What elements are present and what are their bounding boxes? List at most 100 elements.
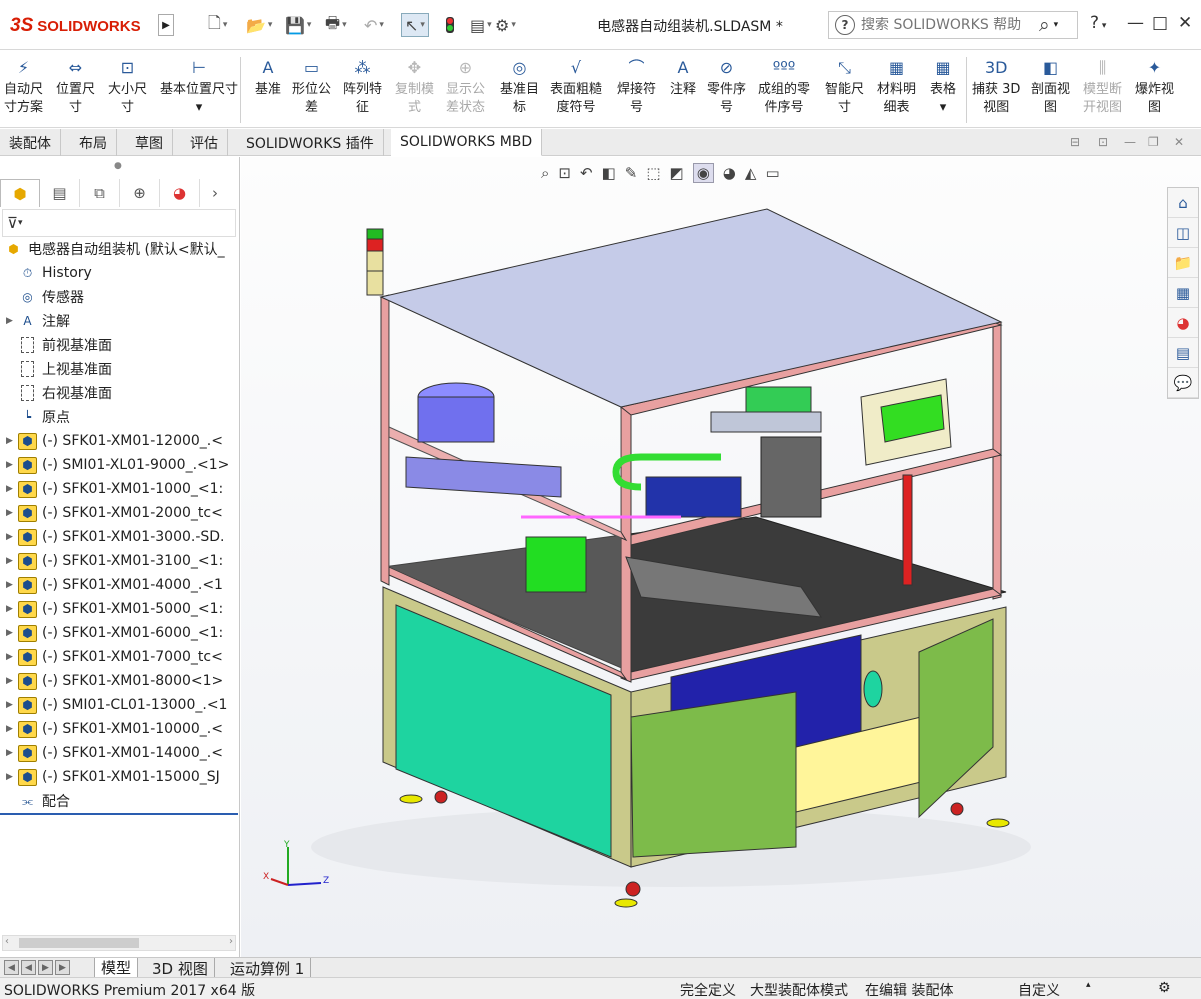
apply-scene-icon[interactable]: ◭ [745, 164, 757, 182]
tab-model[interactable]: 模型 [94, 958, 139, 978]
rebuild-button[interactable] [446, 13, 454, 37]
tree-item[interactable]: ▶ ⬢ (-) SFK01-XM01-12000_.< [0, 429, 238, 453]
tree-item[interactable]: ▶ ⬢ (-) SFK01-XM01-7000_tc< [0, 645, 238, 669]
expand-arrow-icon[interactable]: ▶ [6, 700, 18, 710]
tree-item[interactable]: 右视基准面 [0, 381, 238, 405]
tree-item[interactable]: 前视基准面 [0, 333, 238, 357]
last-tab-button[interactable]: ▶ [55, 960, 70, 975]
scroll-left-icon[interactable]: ‹ [5, 936, 9, 947]
print-button[interactable]: 🖶 ▾ [325, 13, 347, 37]
tab-addins[interactable]: SOLIDWORKS 插件 [237, 129, 384, 156]
zoom-to-fit-icon[interactable]: ⌕ [541, 164, 549, 182]
cmd-button-16[interactable]: ▦ 材料明 细表 [877, 55, 916, 117]
tab-sketch[interactable]: 草图 [126, 129, 173, 156]
panel-grip-icon[interactable]: ● [114, 161, 122, 171]
tree-item[interactable]: ▶ ⬢ (-) SFK01-XM01-14000_.< [0, 741, 238, 765]
home-icon[interactable]: ⌂ [1168, 188, 1198, 218]
tab-3d-views[interactable]: 3D 视图 [146, 958, 215, 978]
tree-item[interactable]: ⏱ History [0, 261, 238, 285]
solidworks-logo[interactable]: 3S SOLIDWORKS [10, 9, 156, 43]
tree-item[interactable]: ▶ ⬢ (-) SMI01-CL01-13000_.<1 [0, 693, 238, 717]
doc-minimize-icon[interactable]: — [1124, 135, 1136, 149]
expand-arrow-icon[interactable]: ▶ [6, 484, 18, 494]
tree-root[interactable]: ⬢ 电感器自动组装机 (默认<默认_ [0, 237, 238, 261]
tab-motion-study[interactable]: 运动算例 1 [224, 958, 312, 978]
cmd-button-3[interactable]: ⊢ 基本位置尺寸 ▾ [160, 55, 238, 117]
design-library-icon[interactable]: ◫ [1168, 218, 1198, 248]
tree-item[interactable]: ▶ ⬢ (-) SFK01-XM01-3000.-SD. [0, 525, 238, 549]
view-palette-icon[interactable]: ▦ [1168, 278, 1198, 308]
help-search-input[interactable] [861, 17, 1036, 33]
tree-item[interactable]: ┕ 原点 [0, 405, 238, 429]
doc-restore-icon[interactable]: ⊟ [1070, 135, 1080, 149]
units-dropdown-icon[interactable]: ▴ [1086, 980, 1091, 990]
property-manager-tab[interactable]: ▤ [40, 179, 80, 207]
cmd-button-21[interactable]: ✦ 爆炸视图 [1135, 55, 1174, 117]
doc-close-icon[interactable]: ✕ [1174, 135, 1184, 149]
tab-layout[interactable]: 布局 [70, 129, 117, 156]
expand-arrow-icon[interactable]: ▶ [6, 724, 18, 734]
save-button[interactable]: 💾 ▾ [285, 13, 311, 37]
status-settings-icon[interactable]: ⚙ [1158, 980, 1171, 996]
expand-arrow-icon[interactable]: ▶ [6, 748, 18, 758]
panel-tabs-more[interactable]: › [200, 179, 230, 207]
cmd-button-4[interactable]: A 基准 [255, 55, 281, 99]
zoom-to-area-icon[interactable]: ⊡ [558, 164, 571, 182]
tree-item[interactable]: ⫘ 配合 [0, 789, 238, 813]
dimxpert-tab[interactable]: ⊕ [120, 179, 160, 207]
tree-item[interactable]: 上视基准面 [0, 357, 238, 381]
cmd-button-11[interactable]: ⌒ 焊接符号 [617, 55, 656, 117]
cmd-button-10[interactable]: √ 表面粗糙 度符号 [550, 55, 602, 117]
menu-expand-button[interactable]: ▶ [158, 14, 174, 36]
appearances-icon[interactable]: ◕ [1168, 308, 1198, 338]
file-properties-button[interactable]: ▤ ▾ [470, 13, 492, 37]
tree-item[interactable]: ▶ ⬢ (-) SFK01-XM01-3100_<1: [0, 549, 238, 573]
graphics-area[interactable]: Y Z X ⌕ ⊡ ↶ ◧ ✎ ⬚ ◩ ◉ ◕ ◭ ▭ ⌂ ◫ 📁 ▦ ◕ ▤ … [241, 157, 1201, 957]
cmd-button-14[interactable]: ººº 成组的零 件序号 [758, 55, 810, 117]
tab-mbd[interactable]: SOLIDWORKS MBD [391, 129, 543, 156]
cmd-button-15[interactable]: ⤡ 智能尺寸 [825, 55, 864, 117]
hide-show-icon[interactable]: ◉ [692, 163, 714, 183]
cmd-button-0[interactable]: ⚡ 自动尺 寸方案 [4, 55, 43, 117]
feature-manager-tab[interactable]: ⬢ [0, 179, 40, 207]
expand-arrow-icon[interactable]: ▶ [6, 556, 18, 566]
undo-button[interactable]: ↶ ▾ [364, 13, 384, 37]
expand-arrow-icon[interactable]: ▶ [6, 652, 18, 662]
tree-item[interactable]: ▶ ⬢ (-) SMI01-XL01-9000_.<1> [0, 453, 238, 477]
cmd-button-2[interactable]: ⊡ 大小尺寸 [108, 55, 147, 117]
cmd-button-17[interactable]: ▦ 表格 ▾ [930, 55, 956, 117]
view-settings-icon[interactable]: ▭ [765, 164, 779, 182]
previous-view-icon[interactable]: ↶ [580, 164, 593, 182]
minimize-button[interactable]: — [1127, 13, 1144, 33]
doc-maximize-icon[interactable]: ❐ [1148, 135, 1159, 149]
cmd-button-7[interactable]: ✥ 复制模式 [395, 55, 434, 117]
tree-item[interactable]: ▶ ⬢ (-) SFK01-XM01-4000_.<1 [0, 573, 238, 597]
cmd-button-5[interactable]: ▭ 形位公差 [292, 55, 331, 117]
section-view-icon[interactable]: ◧ [602, 164, 616, 182]
cmd-button-9[interactable]: ◎ 基准目标 [500, 55, 539, 117]
expand-arrow-icon[interactable]: ▶ [6, 676, 18, 686]
configuration-manager-tab[interactable]: ⧉ [80, 179, 120, 207]
expand-arrow-icon[interactable]: ▶ [6, 508, 18, 518]
cmd-button-1[interactable]: ⇔ 位置尺寸 [56, 55, 95, 117]
tree-item[interactable]: ▶ ⬢ (-) SFK01-XM01-10000_.< [0, 717, 238, 741]
dynamic-annotation-icon[interactable]: ✎ [625, 164, 638, 182]
select-button[interactable]: ↖ ▾ [401, 13, 429, 37]
close-button[interactable]: ✕ [1178, 13, 1192, 33]
status-units[interactable]: 自定义 [1018, 980, 1060, 999]
forum-icon[interactable]: 💬 [1168, 368, 1198, 398]
tree-item[interactable]: ◎ 传感器 [0, 285, 238, 309]
custom-properties-icon[interactable]: ▤ [1168, 338, 1198, 368]
assembly-model[interactable]: Y Z X [241, 157, 1201, 957]
new-document-button[interactable]: 🗋 ▾ [208, 13, 227, 37]
expand-arrow-icon[interactable]: ▶ [6, 532, 18, 542]
file-explorer-icon[interactable]: 📁 [1168, 248, 1198, 278]
tree-item[interactable]: ▶ ⬢ (-) SFK01-XM01-15000_SJ [0, 765, 238, 789]
expand-arrow-icon[interactable]: ▶ [6, 580, 18, 590]
search-icon[interactable]: ⌕ [1039, 14, 1050, 36]
scrollbar-thumb[interactable] [19, 938, 139, 948]
open-button[interactable]: 📂 ▾ [246, 13, 272, 37]
tree-item[interactable]: ▶ ⬢ (-) SFK01-XM01-8000<1> [0, 669, 238, 693]
expand-arrow-icon[interactable]: ▶ [6, 604, 18, 614]
scroll-right-icon[interactable]: › [229, 936, 233, 947]
